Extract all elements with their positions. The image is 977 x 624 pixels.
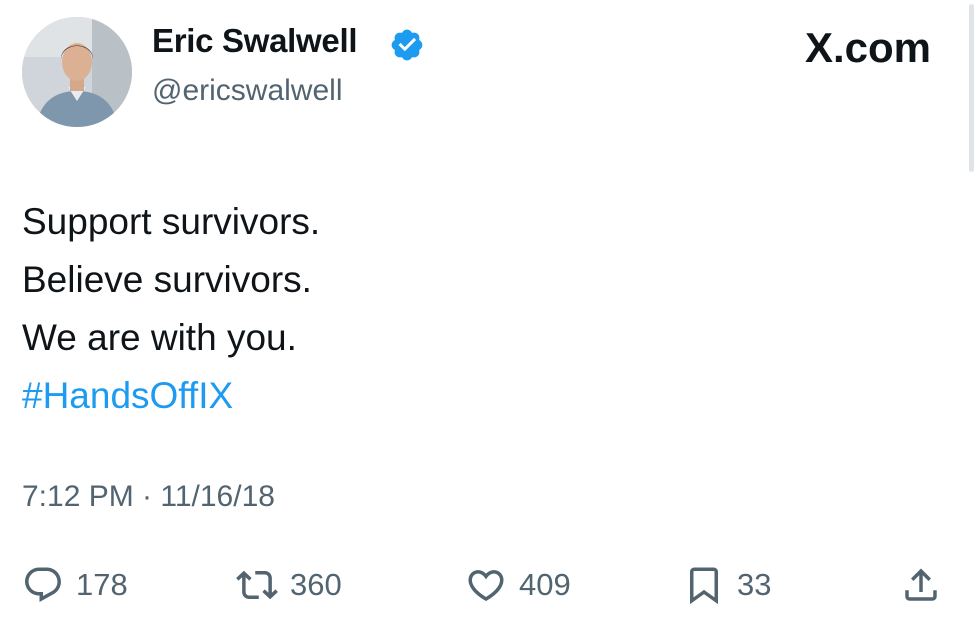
bookmark-count: 33 [737,567,772,602]
hashtag-link[interactable]: #HandsOffIX [22,367,320,425]
post-timestamp[interactable]: 7:12 PM · 11/16/18 [22,480,275,514]
post-line: Believe survivors. [22,259,312,300]
display-name[interactable]: Eric Swalwell [152,22,358,60]
repost-arrows-icon [236,570,278,600]
share-button[interactable] [900,562,942,608]
repost-count: 360 [290,567,342,602]
heart-icon [468,570,504,602]
user-handle[interactable]: @ericswalwell [152,74,343,108]
bookmark-icon [690,567,718,605]
repost-button[interactable]: 360 [236,562,342,608]
avatar[interactable] [22,17,132,127]
like-button[interactable]: 409 [465,562,571,608]
like-count: 409 [519,567,571,602]
avatar-photo [22,17,132,127]
speech-bubble-icon [25,567,61,602]
brand-logo: X.com [804,24,931,71]
verified-badge-icon[interactable] [389,27,425,63]
post-line: Support survivors. [22,201,321,242]
scrollbar[interactable] [969,4,974,172]
bookmark-button[interactable]: 33 [683,562,771,608]
post-text: Support survivors. Believe survivors. We… [22,193,320,425]
post-line: We are with you. [22,317,297,358]
reply-count: 178 [76,567,128,602]
reply-button[interactable]: 178 [22,562,128,608]
share-upload-icon [905,568,937,601]
